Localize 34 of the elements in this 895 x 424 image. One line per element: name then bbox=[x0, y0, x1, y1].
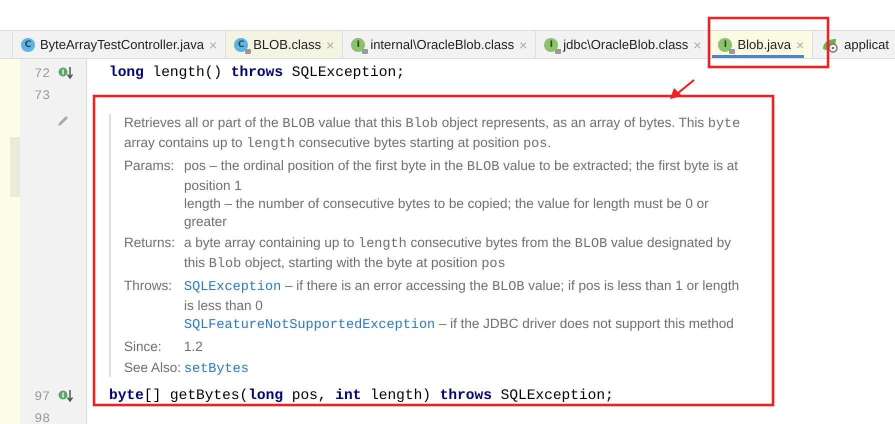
editor-tab[interactable]: applicat bbox=[812, 31, 895, 58]
section-label: Returns: bbox=[124, 234, 176, 252]
editor-tab[interactable]: I internal\OracleBlob.class × bbox=[342, 31, 536, 58]
class-icon: C bbox=[21, 38, 35, 52]
interface-icon: I bbox=[544, 38, 558, 52]
leaf-gear-icon bbox=[821, 36, 840, 52]
section-label: Throws: bbox=[124, 277, 174, 295]
interface-icon: I bbox=[718, 38, 732, 52]
editor-tab[interactable]: I Blob.java × bbox=[709, 31, 812, 58]
section-label: Since: bbox=[124, 338, 163, 356]
editor-tab[interactable]: C BLOB.class × bbox=[225, 31, 342, 58]
line-number: 97 bbox=[33, 388, 50, 404]
interface-icon: I bbox=[351, 38, 366, 52]
doc-paragraph: SQLException – if there is an error accessing the BLOB value; if pos is less than 1 or length is less than 0 bbox=[184, 277, 740, 315]
doc-paragraph: 1.2 bbox=[184, 338, 204, 356]
arrow bbox=[670, 79, 695, 99]
close-icon[interactable]: × bbox=[796, 36, 804, 52]
doc-link[interactable]: SQLFeatureNotSupportedException bbox=[184, 318, 436, 333]
class-icon: C bbox=[234, 38, 248, 52]
code-line: byte[] getBytes(long pos, int length) throws SQLException; bbox=[109, 388, 614, 404]
doc-paragraph: SQLFeatureNotSupportedException – if the JDBC driver does not support this method bbox=[184, 315, 735, 335]
implements-icon[interactable] bbox=[58, 389, 74, 403]
doc-description: Retrieves all or part of the BLOB value that this Blob object represents, as an array of bytes. This byte array contains up to length consecutive bytes starting at position pos. bbox=[124, 114, 742, 154]
doc-link[interactable]: SQLException bbox=[184, 280, 282, 295]
implements-icon[interactable] bbox=[58, 66, 74, 80]
change-marker bbox=[10, 137, 20, 197]
section-label: See Also: bbox=[124, 359, 182, 377]
line-number: 73 bbox=[33, 88, 50, 102]
doc-link[interactable]: setBytes bbox=[184, 362, 249, 377]
section-label: Params: bbox=[124, 157, 176, 175]
line-number: 98 bbox=[33, 410, 50, 424]
code-line: long length() throws SQLException; bbox=[109, 65, 405, 81]
editor-tab[interactable]: I jdbc\OracleBlob.class × bbox=[535, 31, 710, 58]
line-number: 72 bbox=[33, 66, 50, 80]
